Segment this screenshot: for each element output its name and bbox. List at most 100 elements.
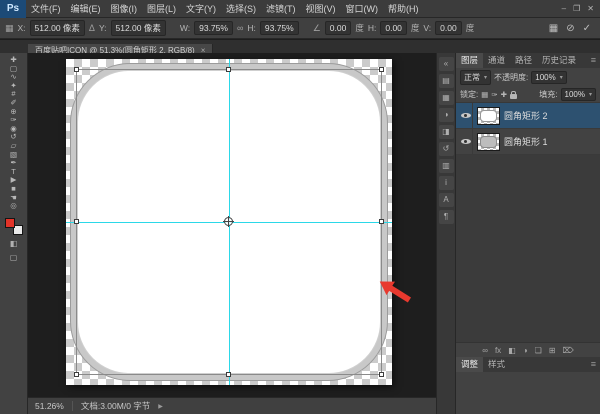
width-value-field[interactable]: 93.75% <box>194 21 233 35</box>
visibility-eye-icon <box>461 137 471 147</box>
lock-position-icon[interactable]: ✚ <box>501 90 507 99</box>
foreground-color-swatch[interactable] <box>5 218 15 228</box>
adjustments-panel-icon[interactable]: ◑ <box>439 108 454 122</box>
angle-value-field[interactable]: 0.00 <box>325 21 352 35</box>
lock-all-icon[interactable] <box>510 94 517 99</box>
swatches-panel-icon[interactable]: ▦ <box>439 91 454 105</box>
layer-style-icon[interactable]: fx <box>495 346 501 355</box>
menu-edit[interactable]: 编辑(E) <box>66 2 106 15</box>
menu-file[interactable]: 文件(F) <box>26 2 66 15</box>
new-layer-icon[interactable]: ⊞ <box>549 346 556 355</box>
zoom-level-field[interactable]: 51.26% <box>35 401 64 411</box>
menu-type[interactable]: 文字(Y) <box>181 2 221 15</box>
warp-mode-icon[interactable]: ▦ <box>549 23 558 34</box>
transform-handle-e[interactable] <box>379 219 384 224</box>
v-skew-field[interactable]: 0.00 <box>435 21 462 35</box>
add-layer-mask-icon[interactable]: ◧ <box>508 346 516 355</box>
layer-row-rounded-rect-2[interactable]: 圆角矩形 2 <box>456 103 600 129</box>
quick-mask-icon[interactable]: ◧ <box>10 238 18 249</box>
document-area <box>28 53 436 397</box>
blend-mode-select[interactable]: 正常 ▾ <box>460 70 491 85</box>
y-value-field[interactable]: 512.00 像素 <box>111 20 166 36</box>
screen-mode-icon[interactable]: ▢ <box>10 252 18 263</box>
transform-handle-nw[interactable] <box>74 67 79 72</box>
color-swatches <box>5 218 23 235</box>
chevron-down-icon: ▾ <box>589 91 592 98</box>
tab-channels[interactable]: 通道 <box>483 53 510 68</box>
transform-handle-s[interactable] <box>226 372 231 377</box>
styles-panel-icon[interactable]: ◨ <box>439 125 454 139</box>
eye-cell[interactable] <box>459 129 473 154</box>
reference-point-icon[interactable]: ▦ <box>5 23 14 34</box>
x-value-field[interactable]: 512.00 像素 <box>30 20 85 36</box>
adjust-panel-body <box>456 372 600 414</box>
fill-label: 填充: <box>539 89 557 100</box>
height-value-field[interactable]: 93.75% <box>260 21 299 35</box>
transform-bounding-box <box>76 69 382 375</box>
new-adjustment-layer-icon[interactable]: ◑ <box>523 346 528 355</box>
canvas[interactable] <box>66 59 392 385</box>
cancel-transform-icon[interactable]: ⊘ <box>566 23 574 34</box>
lock-label: 锁定: <box>460 89 478 100</box>
opacity-select[interactable]: 100% ▾ <box>531 71 566 84</box>
minimize-icon[interactable]: – <box>562 4 566 13</box>
blend-mode-row: 正常 ▾ 不透明度: 100% ▾ <box>456 68 600 87</box>
tab-adjustments[interactable]: 调整 <box>456 357 483 372</box>
h-skew-label: H: <box>368 23 377 33</box>
info-panel-icon[interactable]: i <box>439 176 454 190</box>
menu-bar: Ps 文件(F) 编辑(E) 图像(I) 图层(L) 文字(Y) 选择(S) 滤… <box>0 0 600 18</box>
transform-handle-n[interactable] <box>226 67 231 72</box>
fill-select[interactable]: 100% ▾ <box>561 88 596 101</box>
v-skew-label: V: <box>423 23 431 33</box>
color-panel-icon[interactable]: ▤ <box>439 74 454 88</box>
layer-thumbnail[interactable] <box>477 133 500 151</box>
menu-filter[interactable]: 滤镜(T) <box>261 2 301 15</box>
panel-menu-icon[interactable]: ≡ <box>591 357 600 372</box>
tab-styles[interactable]: 样式 <box>483 357 510 372</box>
paragraph-panel-icon[interactable]: ¶ <box>439 210 454 224</box>
menu-select[interactable]: 选择(S) <box>221 2 261 15</box>
h-skew-field[interactable]: 0.00 <box>380 21 407 35</box>
thumbnail-shape <box>480 110 497 122</box>
relative-position-icon[interactable]: Δ <box>89 23 95 33</box>
history-panel-icon[interactable]: ↺ <box>439 142 454 156</box>
document-size-info: 文档:3.00M/0 字节 <box>81 400 150 412</box>
transform-handle-sw[interactable] <box>74 372 79 377</box>
visibility-eye-icon <box>461 111 471 121</box>
status-expand-icon[interactable]: ▶ <box>158 403 163 410</box>
tab-paths[interactable]: 路径 <box>510 53 537 68</box>
transform-handle-ne[interactable] <box>379 67 384 72</box>
new-group-icon[interactable]: ❏ <box>535 346 542 355</box>
restore-icon[interactable]: ❐ <box>573 4 580 13</box>
menu-view[interactable]: 视图(V) <box>301 2 341 15</box>
lock-transparency-icon[interactable]: ▦ <box>481 90 488 99</box>
zoom-tool[interactable]: ◎ <box>0 202 27 211</box>
menu-image[interactable]: 图像(I) <box>106 2 143 15</box>
close-icon[interactable]: ✕ <box>587 4 594 13</box>
window-controls: – ❐ ✕ <box>562 4 600 13</box>
delete-layer-icon[interactable]: ⌦ <box>562 346 573 355</box>
transform-handle-se[interactable] <box>379 372 384 377</box>
fill-value: 100% <box>565 90 585 99</box>
eye-cell[interactable] <box>459 103 473 128</box>
layer-row-rounded-rect-1[interactable]: 圆角矩形 1 <box>456 129 600 155</box>
collapse-panels-icon[interactable]: « <box>439 57 454 71</box>
menu-help[interactable]: 帮助(H) <box>383 2 424 15</box>
lock-pixels-icon[interactable]: ✑ <box>491 90 497 99</box>
link-dimensions-icon[interactable]: ∞ <box>237 23 243 33</box>
tab-layers[interactable]: 图层 <box>456 53 483 68</box>
character-panel-icon[interactable]: A <box>439 193 454 207</box>
menu-window[interactable]: 窗口(W) <box>341 2 384 15</box>
properties-panel-icon[interactable]: ▥ <box>439 159 454 173</box>
chevron-down-icon: ▾ <box>560 74 563 81</box>
photoshop-logo: Ps <box>0 0 26 18</box>
tab-history[interactable]: 历史记录 <box>537 53 581 68</box>
menu-layer[interactable]: 图层(L) <box>142 2 181 15</box>
layer-thumbnail[interactable] <box>477 107 500 125</box>
commit-transform-icon[interactable]: ✓ <box>583 23 591 34</box>
transform-center-point[interactable] <box>224 217 233 226</box>
panel-menu-icon[interactable]: ≡ <box>591 53 600 68</box>
transform-handle-w[interactable] <box>74 219 79 224</box>
layers-empty-area <box>456 155 600 342</box>
link-layers-icon[interactable]: ∞ <box>482 346 488 355</box>
